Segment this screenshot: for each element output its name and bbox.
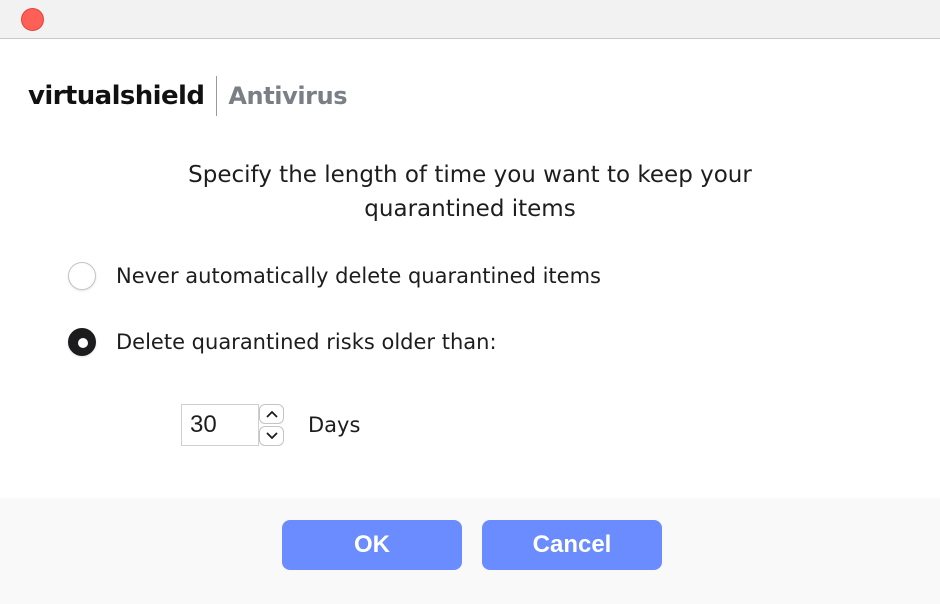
brand-product: Antivirus [228,82,348,110]
radio-never-delete[interactable] [68,262,96,290]
chevron-down-icon [266,432,277,439]
days-unit-label: Days [308,413,361,437]
cancel-button[interactable]: Cancel [482,520,662,570]
option-delete-older[interactable]: Delete quarantined risks older than: [68,328,497,356]
title-bar [0,0,940,39]
days-row: Days [181,404,360,446]
dialog-heading: Specify the length of time you want to k… [188,162,752,222]
stepper-down-button[interactable] [259,426,284,446]
option-delete-older-label: Delete quarantined risks older than: [116,330,497,354]
days-stepper [259,404,286,446]
dialog-footer [0,498,940,604]
chevron-up-icon [266,411,277,418]
brand-divider [216,76,218,116]
days-input[interactable] [181,404,259,446]
stepper-up-button[interactable] [259,404,284,424]
window-close-button[interactable] [21,8,44,31]
option-never-delete-label: Never automatically delete quarantined i… [116,264,601,288]
brand-name: virtualshield [28,81,205,111]
option-never-delete[interactable]: Never automatically delete quarantined i… [68,262,601,290]
ok-button[interactable]: OK [282,520,462,570]
radio-delete-older[interactable] [68,328,96,356]
brand-logo: virtualshield Antivirus [28,76,348,116]
